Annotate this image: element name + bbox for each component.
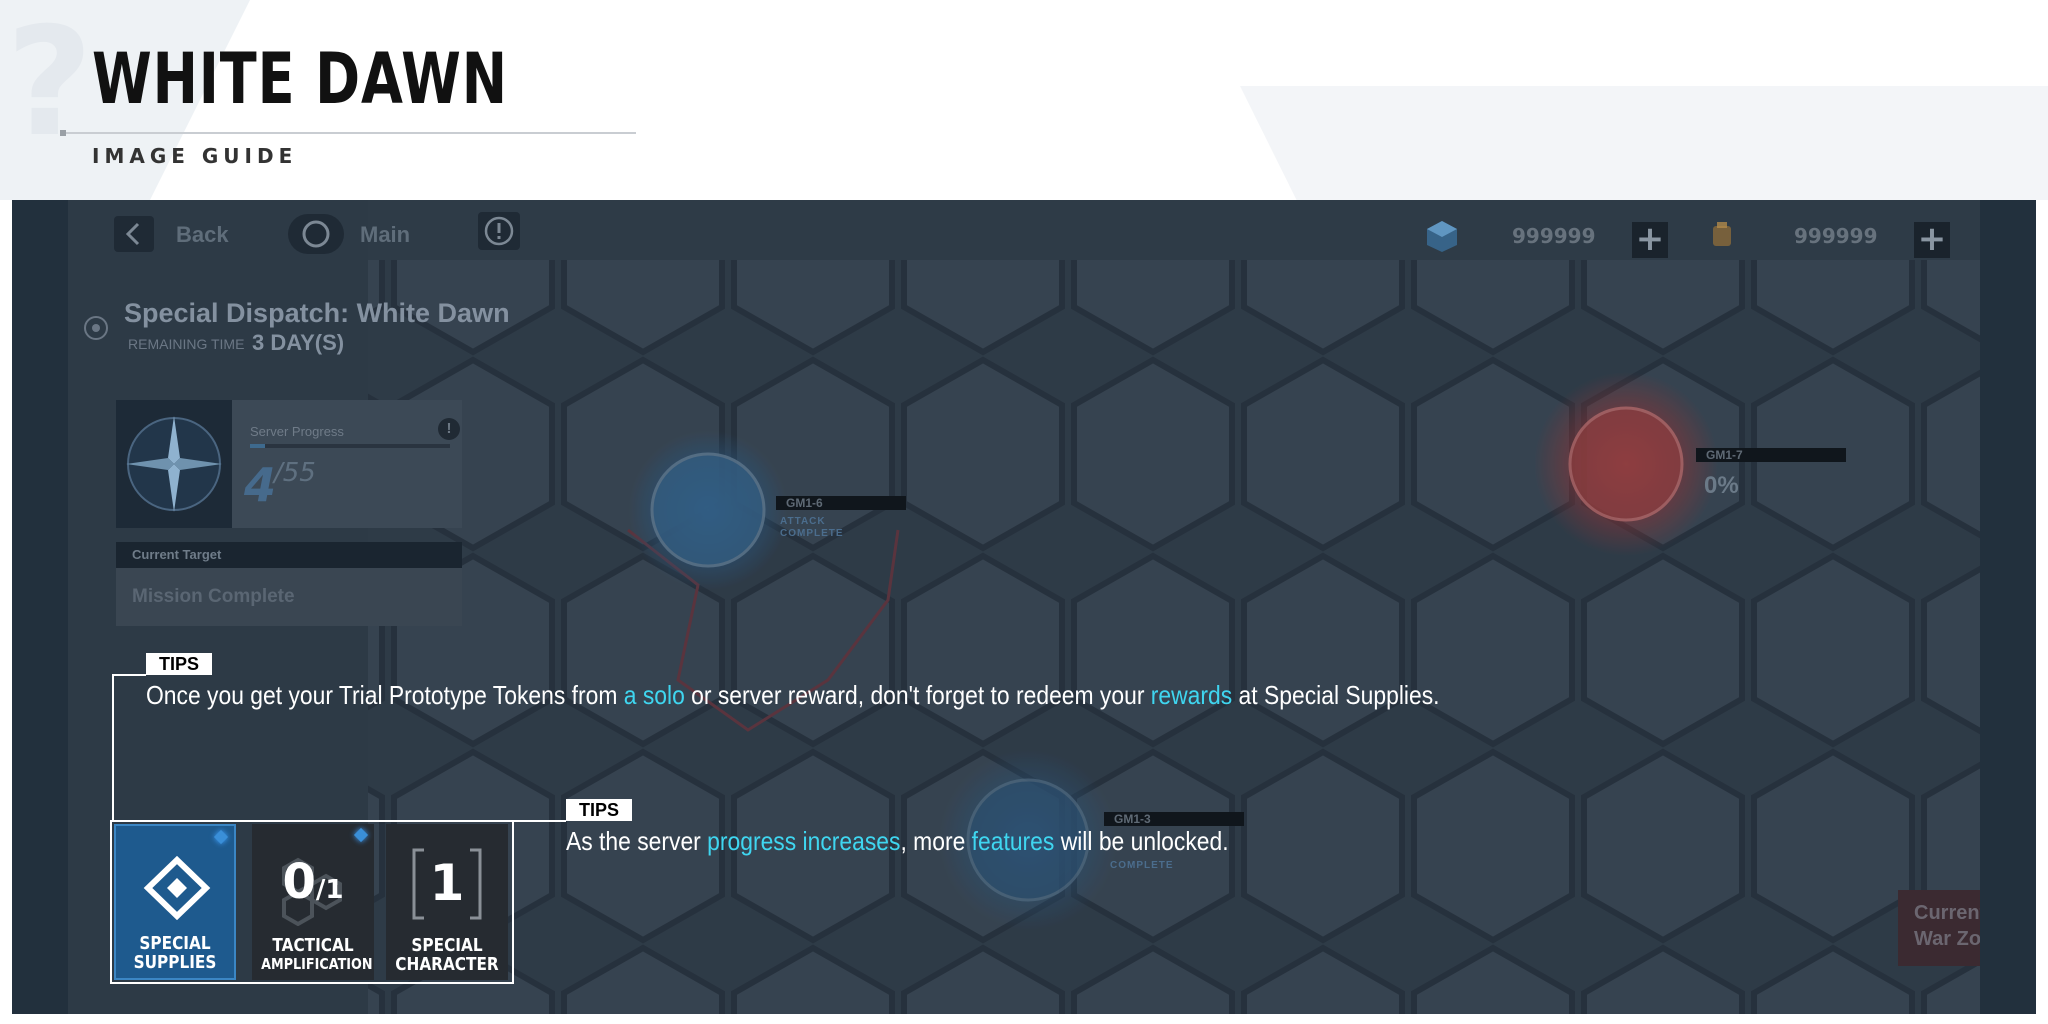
server-progress-fill	[250, 444, 265, 448]
tactical-amplification-button[interactable]: 0/1 TACTICAL AMPLIFICATION	[252, 824, 374, 980]
guide-title: WHITE DAWN	[92, 38, 508, 120]
tip-2-part-5: will be unlocked.	[1054, 826, 1229, 856]
tip-1-highlight-rewards: rewards	[1150, 680, 1233, 710]
info-button[interactable]	[478, 212, 520, 250]
tactical-amplification-label: TACTICAL AMPLIFICATION	[261, 935, 373, 974]
tip1-connector-vertical	[112, 674, 114, 822]
special-supplies-button[interactable]: SPECIAL SUPPLIES	[114, 824, 236, 980]
tip-1-part-3: or server reward, don't forget to redeem…	[684, 680, 1151, 710]
new-badge-diamond	[213, 829, 229, 845]
resource2-value: 999999	[1794, 224, 1878, 248]
server-progress-bar	[250, 444, 450, 448]
current-war-zone-line1: Current	[1914, 902, 1980, 924]
question-mark-icon: ?	[6, 0, 94, 170]
header-background-shape	[1240, 86, 2048, 200]
tactical-count: 0/1	[252, 854, 374, 910]
node-gm1-6-status: ATTACK COMPLETE	[780, 516, 844, 539]
supplies-diamond-icon	[143, 856, 211, 920]
special-supplies-label-line2: SUPPLIES	[133, 952, 217, 973]
tip-1-text: Once you get your Trial Prototype Tokens…	[146, 680, 1440, 711]
home-circle-icon	[302, 220, 330, 248]
server-progress-max: /55	[274, 458, 316, 488]
node-gm1-6-label: GM1-6	[776, 496, 906, 510]
resource1-value: 999999	[1512, 224, 1596, 248]
chevron-left-icon	[125, 222, 140, 246]
compass-icon	[126, 416, 222, 512]
tip-2-part-1: As the server	[566, 826, 708, 856]
node-gm1-3-label: GM1-3	[1104, 812, 1244, 826]
main-button[interactable]	[288, 214, 344, 254]
tip2-connector	[512, 820, 566, 822]
node-gm1-7-percent: 0%	[1704, 472, 1739, 499]
current-war-zone-line2: War Zone	[1914, 928, 1980, 950]
tip-1-part-5: at Special Supplies.	[1232, 680, 1440, 710]
target-icon	[84, 316, 108, 340]
server-progress-current: 4	[244, 458, 277, 512]
special-character-label: SPECIAL CHARACTER	[395, 936, 499, 974]
guide-subtitle: IMAGE GUIDE	[92, 144, 298, 168]
special-character-button[interactable]: 1 SPECIAL CHARACTER	[386, 824, 508, 980]
tip1-connector-horizontal	[112, 674, 146, 676]
progress-info-icon[interactable]: !	[438, 418, 460, 440]
guide-header: ? WHITE DAWN IMAGE GUIDE	[0, 0, 2048, 200]
special-character-label-line1: SPECIAL	[411, 935, 483, 956]
tactical-count-max: /1	[315, 875, 344, 905]
resource-cube-icon	[1427, 221, 1457, 252]
compass-emblem	[116, 400, 232, 528]
resource1-add-button[interactable]: +	[1632, 222, 1668, 258]
new-badge-diamond	[353, 827, 369, 843]
remaining-time-value: 3 DAY(S)	[252, 330, 345, 355]
special-character-count: 1	[429, 854, 465, 912]
main-label[interactable]: Main	[360, 222, 410, 248]
back-label[interactable]: Back	[176, 222, 229, 248]
tactical-label-line2: AMPLIFICATION	[261, 955, 373, 973]
special-character-label-line2: CHARACTER	[395, 954, 499, 975]
tips-tag-2: TIPS	[566, 799, 632, 821]
title-divider	[62, 132, 636, 134]
tip-2-highlight-progress: progress increases	[707, 826, 901, 856]
special-supplies-label: SPECIAL SUPPLIES	[125, 934, 225, 972]
resource2-add-button[interactable]: +	[1914, 222, 1950, 258]
special-supplies-label-line1: SPECIAL	[139, 933, 211, 954]
tactical-label-line1: TACTICAL	[272, 935, 354, 956]
tip-1-part-1: Once you get your Trial Prototype Tokens…	[146, 680, 624, 710]
current-war-zone-button[interactable]: Current War Zone	[1898, 890, 1980, 966]
current-target-label: Current Target	[116, 542, 462, 568]
current-target-value[interactable]: Mission Complete	[116, 568, 462, 626]
server-progress-label: Server Progress	[250, 424, 344, 439]
title-divider-dot	[60, 130, 66, 136]
resource-token-icon	[1713, 222, 1731, 246]
tip-1-highlight-solo: a solo	[623, 680, 685, 710]
tip-2-highlight-features: features	[971, 826, 1055, 856]
alert-icon	[484, 216, 514, 246]
remaining-time-label: REMAINING TIME	[128, 336, 245, 352]
tip-2-part-3: , more	[900, 826, 972, 856]
back-button[interactable]	[114, 216, 154, 252]
tips-tag-1: TIPS	[146, 653, 212, 675]
tip-2-text: As the server progress increases, more f…	[566, 826, 1229, 857]
tactical-count-value: 0	[282, 854, 316, 910]
node-gm1-3-status: COMPLETE	[1110, 860, 1174, 871]
node-gm1-7-label: GM1-7	[1696, 448, 1846, 462]
event-title: Special Dispatch: White Dawn	[124, 298, 510, 328]
